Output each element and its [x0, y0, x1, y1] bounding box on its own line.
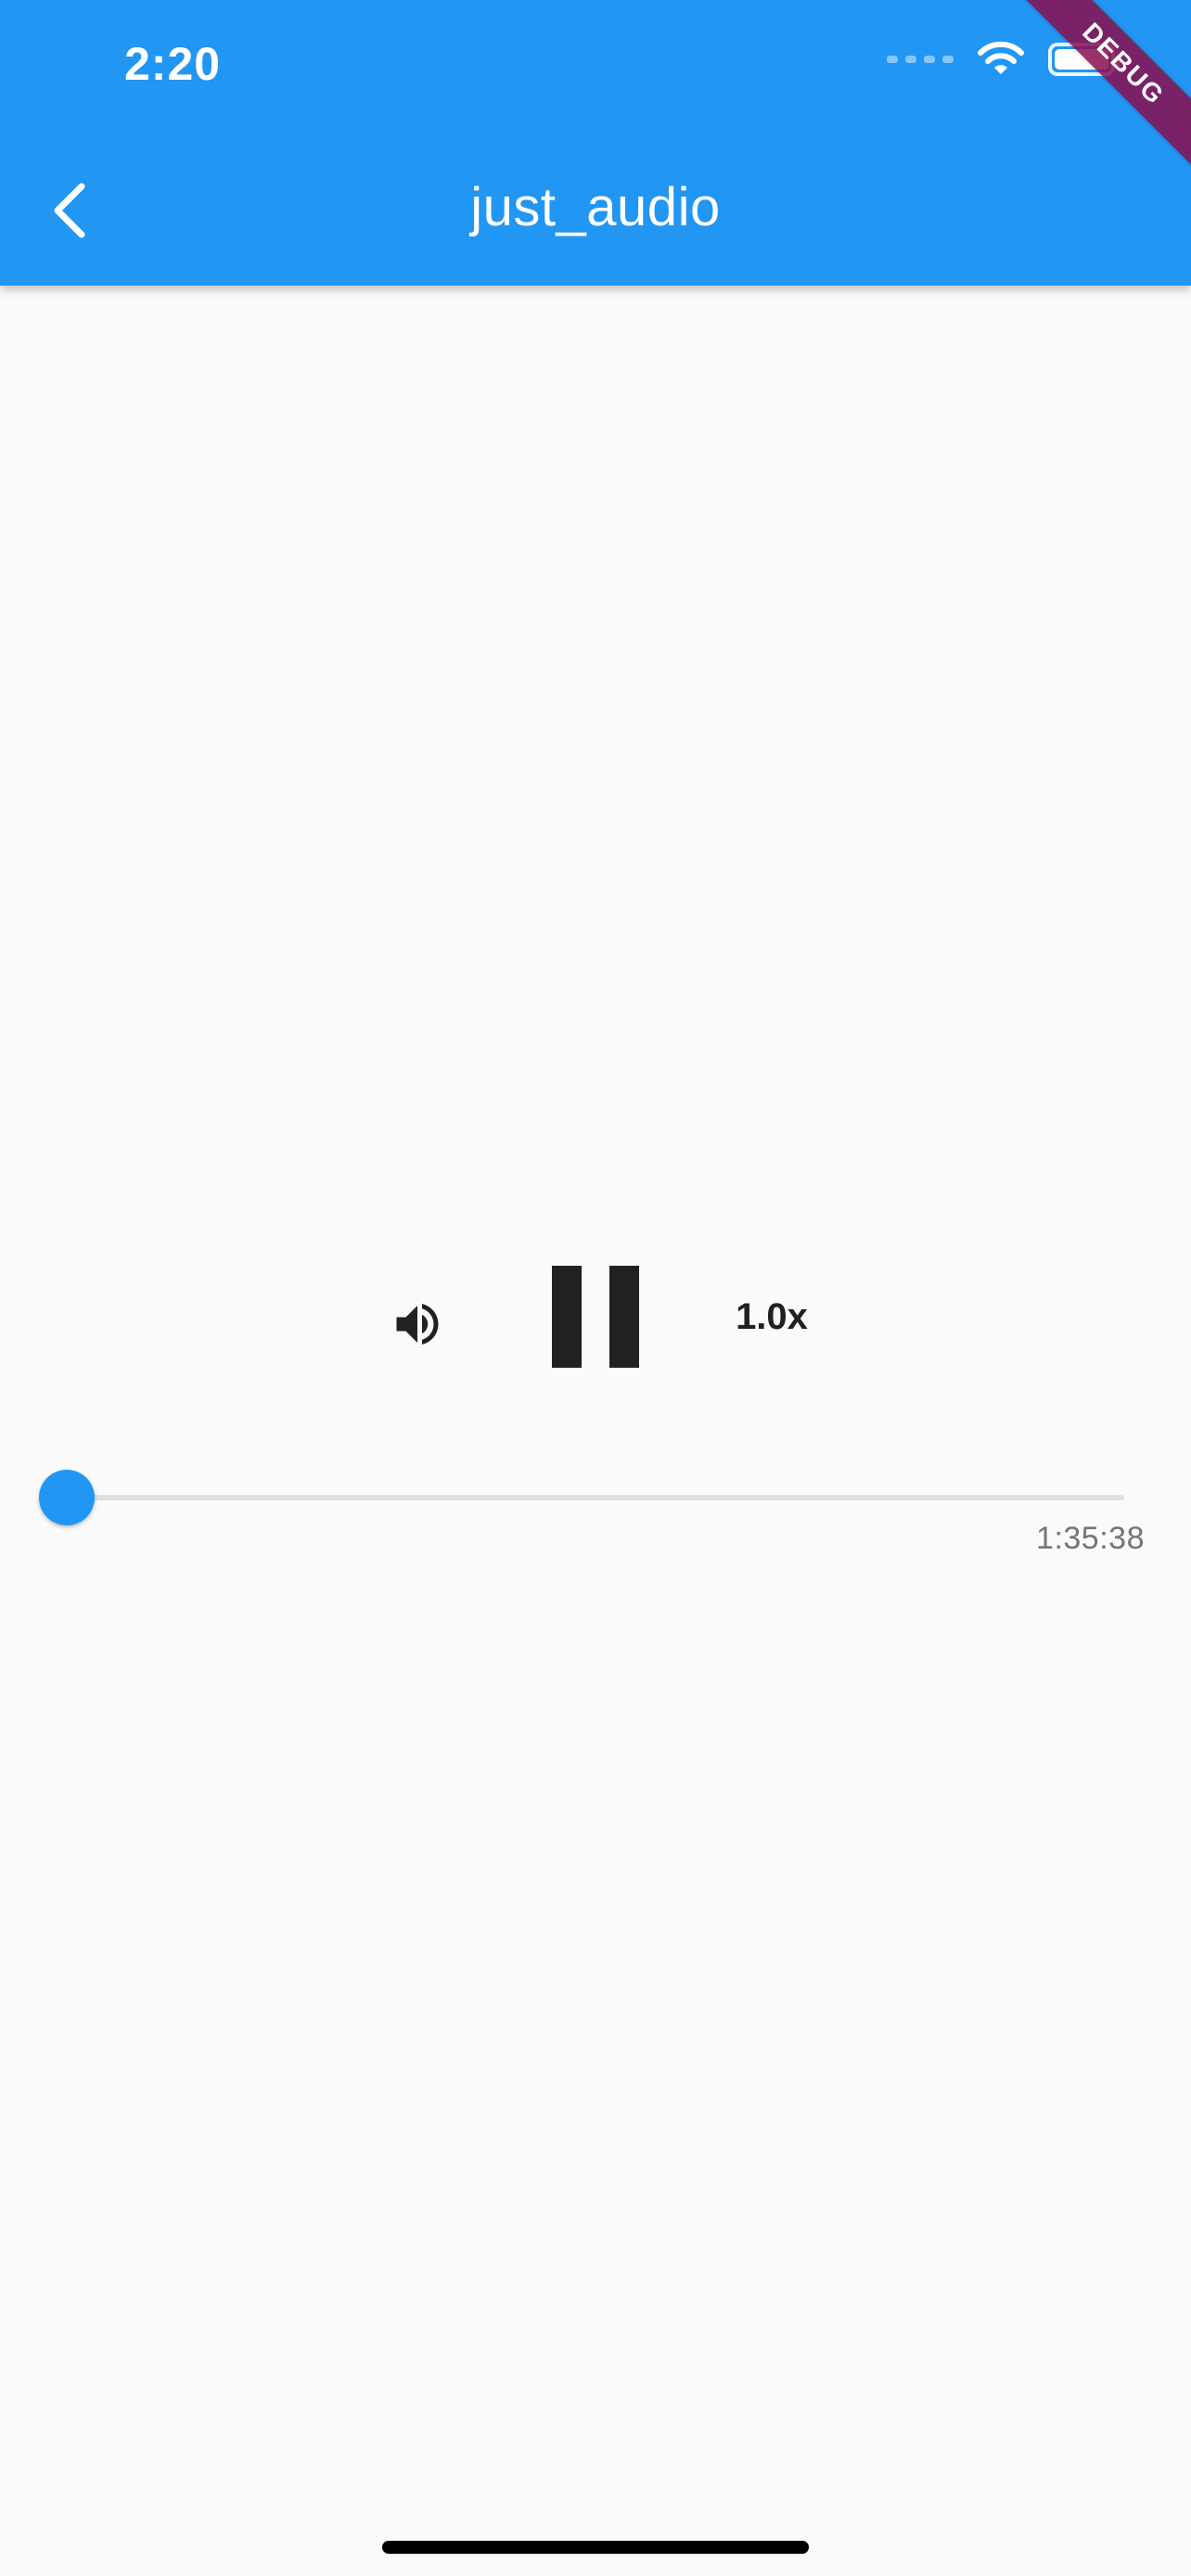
toolbar: just_audio: [0, 148, 1191, 269]
seek-thumb[interactable]: [39, 1470, 95, 1525]
cellular-signal-icon: [887, 56, 954, 63]
pause-icon-left-bar: [552, 1266, 582, 1368]
wifi-icon: [976, 41, 1026, 78]
player-controls: 1.0x: [0, 1261, 1191, 1372]
page-title: just_audio: [470, 177, 721, 237]
volume-up-icon: [396, 1304, 439, 1345]
volume-button[interactable]: [373, 1280, 462, 1369]
duration-label: 1:35:38: [1036, 1521, 1145, 1556]
pause-button[interactable]: [536, 1261, 655, 1372]
playback-speed-button[interactable]: 1.0x: [714, 1289, 829, 1345]
app-screen: 2:20 just_audio DEBUG 1.0x 1:35:38: [0, 0, 1191, 2576]
seek-slider[interactable]: [37, 1465, 1124, 1530]
seek-track: [67, 1495, 1124, 1500]
home-indicator[interactable]: [382, 2541, 809, 2554]
pause-icon-right-bar: [609, 1266, 639, 1368]
status-time: 2:20: [124, 38, 222, 90]
app-bar: 2:20 just_audio: [0, 0, 1191, 286]
